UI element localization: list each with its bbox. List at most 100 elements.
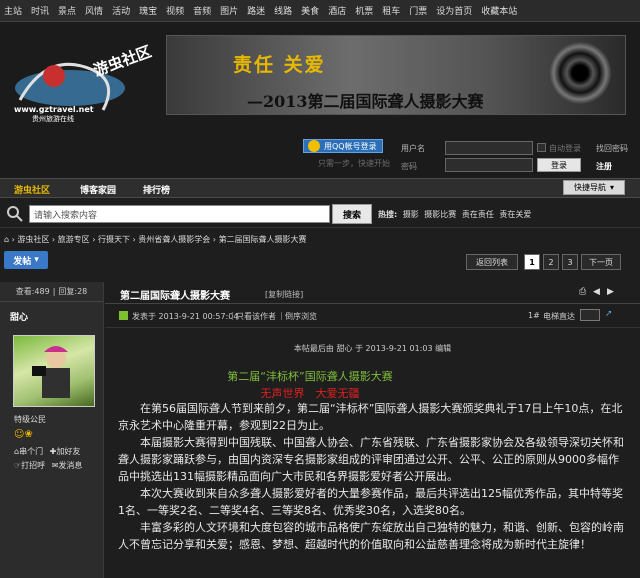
- hot-item[interactable]: 摄影: [403, 210, 419, 219]
- hot-item[interactable]: 责在关爱: [499, 210, 531, 219]
- auto-login-checkbox[interactable]: [537, 143, 546, 152]
- paragraph: 丰富多彩的人文环境和大度包容的城市品格使广东绽放出自己独特的魅力，和谐、创新、包…: [118, 521, 624, 551]
- topnav-item[interactable]: 视频: [166, 4, 184, 17]
- next-thread-icon[interactable]: ▶: [607, 287, 614, 297]
- page-2[interactable]: 2: [543, 254, 559, 270]
- topnav-item[interactable]: 路迷: [247, 4, 265, 17]
- login-button[interactable]: 登录: [537, 158, 581, 172]
- avatar[interactable]: [13, 335, 95, 407]
- greet-link[interactable]: 打招呼: [21, 461, 45, 470]
- topnav-item[interactable]: 美食: [301, 4, 319, 17]
- topnav-item[interactable]: 时讯: [31, 4, 49, 17]
- username-input[interactable]: [445, 141, 533, 155]
- jump-arrow-icon[interactable]: ➚: [605, 309, 613, 319]
- jump-label: 电梯直达: [543, 312, 575, 321]
- topnav-item[interactable]: 图片: [220, 4, 238, 17]
- hot-item[interactable]: 责在责任: [462, 210, 494, 219]
- chevron-down-icon: ▾: [609, 183, 614, 192]
- topnav-item[interactable]: 活动: [112, 4, 130, 17]
- topnav-item[interactable]: 线路: [274, 4, 292, 17]
- reverse-order-link[interactable]: 倒序浏览: [285, 311, 317, 322]
- breadcrumb-item[interactable]: 行摄天下: [98, 235, 130, 244]
- search-icon: [7, 206, 23, 222]
- qq-login-button[interactable]: 用QQ帐号登录: [303, 139, 383, 153]
- topnav-item[interactable]: 主站: [4, 4, 22, 17]
- topnav-item[interactable]: 设为首页: [436, 4, 472, 17]
- print-icon[interactable]: ⎙: [579, 287, 586, 297]
- logo-sub: 贵州旅游在线: [32, 114, 74, 122]
- online-icon: [119, 311, 128, 320]
- paragraph: 本届摄影大赛得到中国残联、中国聋人协会、广东省残联、广东省摄影家协会及各级领导深…: [118, 436, 624, 483]
- quick-nav-label: 快捷导航: [573, 183, 606, 192]
- author-actions: ⌂串个门 ✚加好友 ☞打招呼 ✉发消息: [14, 445, 104, 473]
- breadcrumb-item[interactable]: 旅游专区: [58, 235, 90, 244]
- topnav-item[interactable]: 收藏本站: [481, 4, 517, 17]
- topnav-item[interactable]: 机票: [355, 4, 373, 17]
- hot-search: 热搜: 摄影 摄影比赛 责在责任 责在关爱: [378, 209, 531, 220]
- breadcrumb-item[interactable]: 第二届国际聋人摄影大赛: [219, 235, 307, 244]
- search-button[interactable]: 搜索: [332, 204, 372, 224]
- site-logo[interactable]: 游虫社区 www.gztravel.net 贵州旅游在线: [8, 30, 158, 122]
- top-nav: 主站 时讯 景点 风情 活动 瑰宝 视频 音频 图片 路迷 线路 美食 酒店 机票 租车 门票 设为首页 收藏本站: [0, 0, 640, 22]
- avatar-photo: [32, 346, 70, 398]
- next-page-button[interactable]: 下一页: [581, 254, 621, 270]
- new-post-button[interactable]: 发帖 ▾: [4, 251, 48, 269]
- back-to-list-button[interactable]: 返回列表: [466, 254, 518, 270]
- logo-url: www.gztravel.net: [14, 105, 94, 114]
- topnav-item[interactable]: 风情: [85, 4, 103, 17]
- password-input[interactable]: [445, 158, 533, 172]
- views-count: 489: [34, 287, 50, 296]
- password-label: 密码: [401, 162, 417, 171]
- post-meta-row: 发表于 2013-9-21 00:57:04 | 只看该作者 | 倒序浏览 1#…: [105, 304, 640, 328]
- topnav-item[interactable]: 租车: [382, 4, 400, 17]
- author-rank: 特级公民: [14, 415, 46, 424]
- prev-thread-icon[interactable]: ◀: [593, 287, 600, 297]
- topnav-item[interactable]: 音频: [193, 4, 211, 17]
- page-1[interactable]: 1: [524, 254, 540, 270]
- topnav-item[interactable]: 门票: [409, 4, 427, 17]
- add-friend-link[interactable]: 加好友: [56, 447, 80, 456]
- qq-login-label: 用QQ帐号登录: [324, 141, 377, 151]
- search-input[interactable]: 请输入搜索内容: [29, 205, 330, 223]
- banner[interactable]: 责任 关爱 —2013第二届国际聋人摄影大赛: [166, 35, 626, 115]
- forgot-password-link[interactable]: 找回密码: [596, 143, 628, 154]
- author-name[interactable]: 甜心: [0, 310, 103, 323]
- qq-icon: [308, 140, 320, 152]
- register-link[interactable]: 注册: [596, 161, 612, 172]
- thread-title: 第二届国际聋人摄影大赛: [120, 291, 230, 302]
- quick-nav-button[interactable]: 快捷导航 ▾: [563, 180, 625, 195]
- copy-link[interactable]: [复制链接]: [265, 289, 303, 300]
- topnav-item[interactable]: 酒店: [328, 4, 346, 17]
- post-time: 发表于 2013-9-21 00:57:04: [132, 312, 239, 321]
- breadcrumb-item[interactable]: 游虫社区: [17, 235, 49, 244]
- main-nav: 游虫社区 博客家园 排行榜: [0, 178, 640, 198]
- new-post-label: 发帖: [13, 256, 32, 267]
- nav-item-ranking[interactable]: 排行榜: [143, 183, 170, 196]
- topnav-item[interactable]: 瑰宝: [139, 4, 157, 17]
- thread-title-row: 第二届国际聋人摄影大赛 [复制链接] ⎙ ◀ ▶: [105, 282, 640, 304]
- visit-link[interactable]: 串个门: [19, 447, 43, 456]
- medal-icons: ☺❀: [14, 429, 33, 440]
- jump-input[interactable]: [580, 309, 600, 321]
- nav-item-blog[interactable]: 博客家园: [80, 183, 116, 196]
- breadcrumb: ⌂ › 游虫社区 › 旅游专区 › 行摄天下 › 贵州省聋人摄影学会 › 第二届…: [4, 235, 307, 244]
- floor-number: 1#: [528, 311, 540, 320]
- message-link[interactable]: 发消息: [58, 461, 82, 470]
- headline-1: 第二届“沣标杯”国际聋人摄影大赛: [227, 370, 393, 383]
- username-label: 用户名: [401, 144, 425, 153]
- banner-slogan: 责任 关爱: [233, 54, 326, 76]
- hot-label: 热搜:: [378, 210, 398, 219]
- topnav-item[interactable]: 景点: [58, 4, 76, 17]
- camera-lens-image: [549, 42, 611, 104]
- post-body: 在第56届国际聋人节到来前夕，第二届“沣标杯”国际聋人摄影大赛颁奖典礼于17日上…: [118, 400, 626, 553]
- hot-item[interactable]: 摄影比赛: [424, 210, 456, 219]
- auto-login-label: 自动登录: [549, 144, 581, 153]
- home-icon[interactable]: ⌂: [4, 235, 9, 244]
- nav-item-community[interactable]: 游虫社区: [14, 183, 50, 196]
- search-placeholder: 请输入搜索内容: [34, 210, 98, 221]
- only-author-link[interactable]: 只看该作者: [236, 311, 276, 322]
- breadcrumb-item[interactable]: 贵州省聋人摄影学会: [138, 235, 210, 244]
- chevron-down-icon: ▾: [34, 255, 39, 265]
- page-3[interactable]: 3: [562, 254, 578, 270]
- thread-stats: 查看: 489 | 回复: 28: [0, 282, 103, 302]
